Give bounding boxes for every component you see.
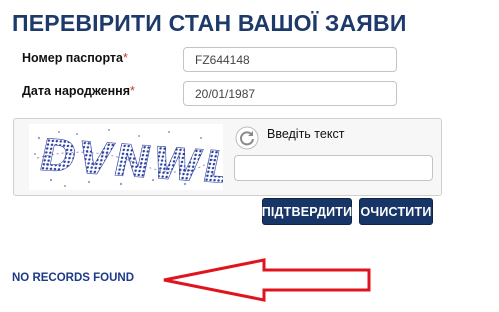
required-mark: * [130,84,135,98]
captcha-panel: DVNWL Введіть текст [13,118,442,196]
birthdate-label-text: Дата народження [22,84,130,98]
passport-label: Номер паспорта* [22,51,128,65]
confirm-button[interactable]: ПІДТВЕРДИТИ [262,198,352,225]
no-records-message: NO RECORDS FOUND [12,272,135,284]
birthdate-value: 20/01/1987 [195,86,256,101]
captcha-hint: Введіть текст [267,127,345,141]
clear-button[interactable]: ОЧИСТИТИ [359,198,433,225]
captcha-input[interactable] [234,155,433,181]
required-mark: * [123,51,128,65]
birthdate-label: Дата народження* [22,84,135,98]
captcha-glyphs: DVNWL [34,130,223,190]
annotation-arrow-icon [163,258,371,302]
passport-number-value: FZ644148 [195,52,250,67]
birthdate-input[interactable]: 20/01/1987 [183,81,397,106]
captcha-image: DVNWL [29,124,239,194]
refresh-icon[interactable] [235,126,259,150]
page-title: ПЕРЕВІРИТИ СТАН ВАШОЇ ЗАЯВИ [12,10,407,36]
passport-number-input[interactable]: FZ644148 [183,47,397,72]
passport-label-text: Номер паспорта [22,51,123,65]
